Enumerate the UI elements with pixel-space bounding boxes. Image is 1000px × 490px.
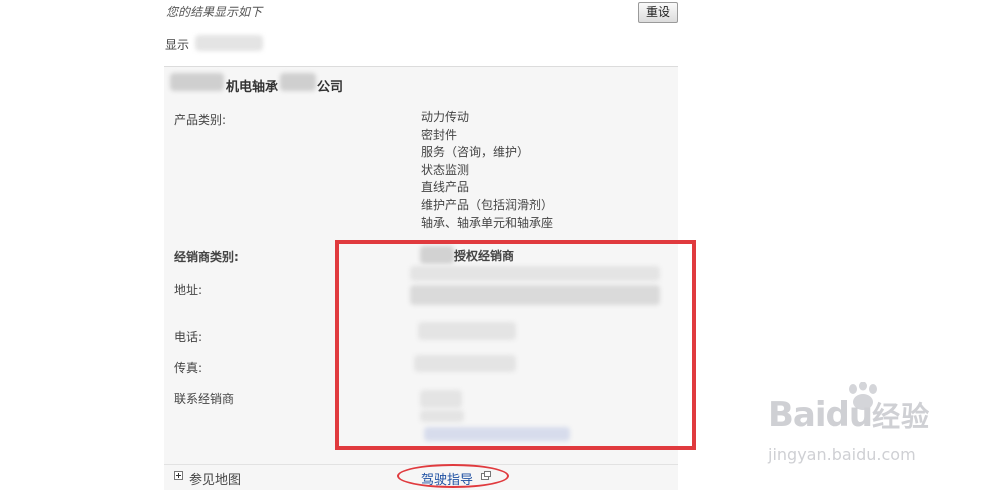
product-category-item: 状态监测 [421, 163, 470, 177]
highlight-ellipse [397, 464, 509, 488]
redacted-display-value [195, 35, 263, 51]
address-label: 地址: [174, 283, 203, 297]
fax-label: 传真: [174, 361, 203, 375]
redacted-company-middle [280, 73, 316, 91]
map-divider [164, 464, 678, 465]
display-label: 显示 [165, 38, 190, 52]
highlight-box [335, 240, 696, 450]
phone-label: 电话: [174, 330, 203, 344]
product-category-item: 轴承、轴承单元和轴承座 [421, 216, 554, 230]
see-map-label[interactable]: 参见地图 [189, 469, 241, 488]
watermark-url: jingyan.baidu.com [768, 445, 916, 464]
company-name: 机电轴承 [226, 76, 278, 95]
product-category-item: 密封件 [421, 128, 458, 142]
reset-button[interactable]: 重设 [638, 2, 678, 23]
watermark-brand: Baidu经验 [768, 395, 930, 435]
watermark-brand-text: Bai [768, 395, 827, 435]
product-category-item: 维护产品（包括润滑剂） [421, 198, 554, 212]
redacted-company-prefix [170, 73, 224, 91]
watermark-brand-tail: du [825, 395, 874, 435]
product-category-item: 动力传动 [421, 110, 470, 124]
expand-plus-icon[interactable] [174, 471, 183, 480]
result-note: 您的结果显示如下 [166, 5, 263, 19]
dealer-type-label: 经销商类别: [174, 250, 239, 264]
contact-dealer-label: 联系经销商 [174, 392, 235, 406]
company-name-suffix: 公司 [317, 80, 344, 95]
product-category-item: 服务（咨询，维护） [421, 145, 530, 159]
product-category-label: 产品类别: [174, 113, 227, 127]
watermark-brand-cn: 经验 [872, 400, 931, 433]
company-name-text: 机电轴承 [226, 80, 279, 95]
product-category-item: 直线产品 [421, 180, 470, 194]
